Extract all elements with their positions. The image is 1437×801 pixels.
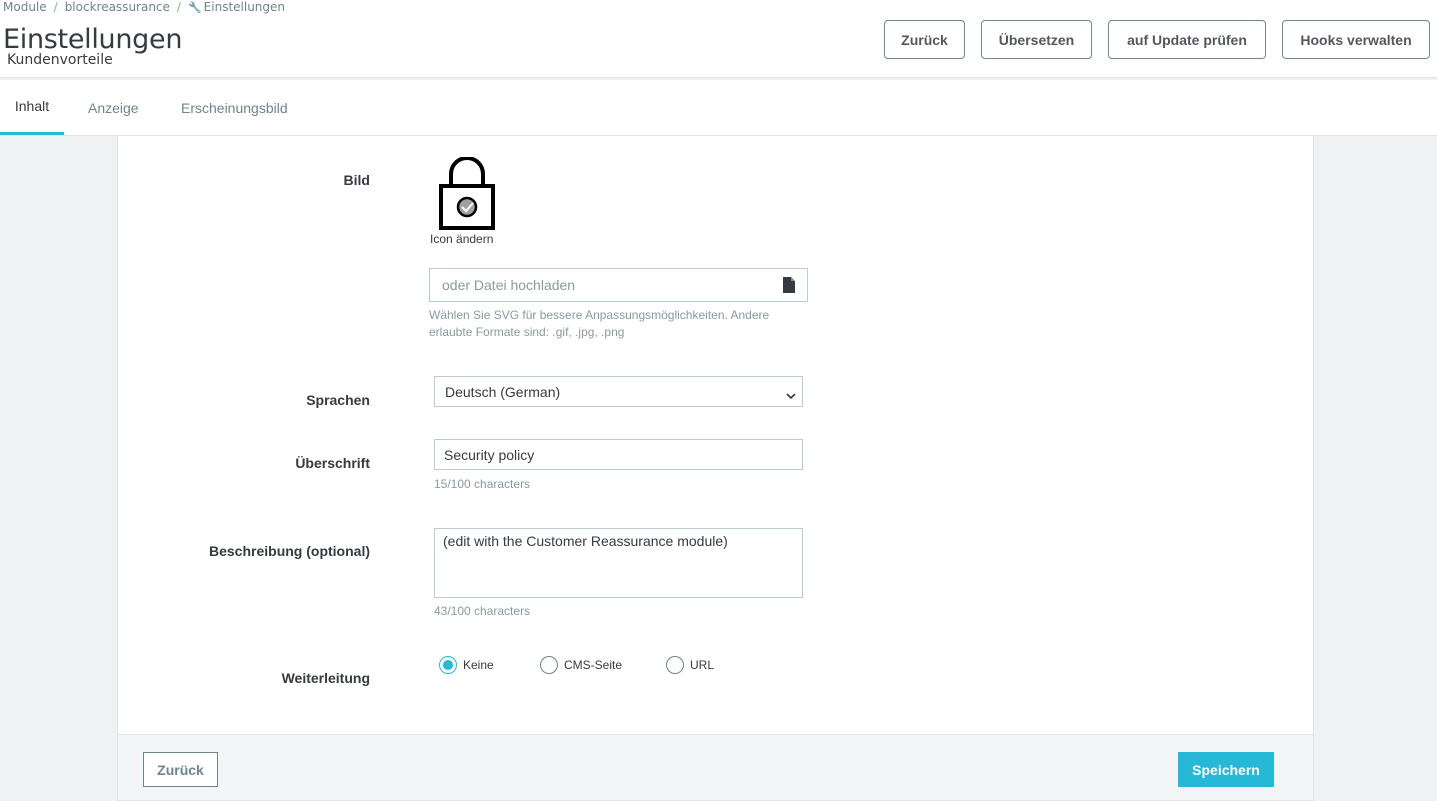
languages-label: Sprachen xyxy=(306,392,370,408)
form-card xyxy=(117,136,1314,734)
chevron-down-icon xyxy=(786,387,796,400)
check-update-button-label: auf Update prüfen xyxy=(1127,31,1247,48)
manage-hooks-button[interactable]: Hooks verwalten xyxy=(1282,20,1430,59)
heading-input[interactable] xyxy=(434,439,803,470)
breadcrumb-item-module[interactable]: Module xyxy=(3,0,47,14)
form-footer xyxy=(117,734,1314,801)
lock-icon[interactable] xyxy=(438,156,496,233)
page-subtitle: Kundenvorteile xyxy=(7,52,113,68)
translate-button-label: Übersetzen xyxy=(998,31,1075,48)
file-icon[interactable] xyxy=(782,277,796,293)
tab-display[interactable]: Anzeige xyxy=(88,80,139,135)
check-update-button[interactable]: auf Update prüfen xyxy=(1108,20,1266,59)
breadcrumb-item-blockreassurance[interactable]: blockreassurance xyxy=(65,0,170,14)
page-title: Einstellungen xyxy=(3,24,183,55)
radio-circle xyxy=(666,656,684,674)
breadcrumb: Module / blockreassurance / 🔧 Einstellungen xyxy=(3,0,285,14)
breadcrumb-separator: / xyxy=(176,0,181,14)
description-label: Beschreibung (optional) xyxy=(209,543,370,559)
heading-char-count: 15/100 characters xyxy=(434,477,531,491)
wrench-icon: 🔧 xyxy=(187,1,202,14)
manage-hooks-button-label: Hooks verwalten xyxy=(1300,31,1412,48)
description-char-count: 43/100 characters xyxy=(434,604,531,618)
file-upload-input[interactable] xyxy=(429,268,808,302)
image-label: Bild xyxy=(343,172,370,188)
radio-cms-page-label: CMS-Seite xyxy=(564,658,623,672)
redirect-label: Weiterleitung xyxy=(281,670,370,686)
radio-url-label: URL xyxy=(690,658,715,672)
footer-back-button[interactable]: Zurück xyxy=(143,752,218,787)
save-button[interactable]: Speichern xyxy=(1178,752,1274,787)
radio-url[interactable]: URL xyxy=(666,656,714,674)
page-header: Module / blockreassurance / 🔧 Einstellungen E… xyxy=(0,0,1437,78)
radio-cms-page[interactable]: CMS-Seite xyxy=(540,656,622,674)
back-button[interactable]: Zurück xyxy=(884,20,965,59)
description-textarea[interactable]: (edit with the Customer Reassurance modu… xyxy=(434,528,803,598)
radio-circle xyxy=(540,656,558,674)
translate-button[interactable]: Übersetzen xyxy=(981,20,1092,59)
breadcrumb-separator: / xyxy=(53,0,58,14)
tab-bar: Inhalt Anzeige Erscheinungsbild xyxy=(0,80,1437,136)
radio-none-label: Keine xyxy=(463,658,494,672)
back-button-label: Zurück xyxy=(901,31,948,48)
breadcrumb-item-settings: Einstellungen xyxy=(203,0,286,14)
change-icon-link[interactable]: Icon ändern xyxy=(430,232,493,246)
tab-appearance[interactable]: Erscheinungsbild xyxy=(181,80,288,135)
image-help-text: Wählen Sie SVG für bessere Anpassungsmög… xyxy=(429,308,770,339)
radio-circle xyxy=(439,656,457,674)
language-select[interactable]: Deutsch (German) xyxy=(434,376,803,407)
language-select-value: Deutsch (German) xyxy=(445,383,561,400)
heading-label: Überschrift xyxy=(295,455,370,471)
tab-content[interactable]: Inhalt xyxy=(0,80,64,135)
radio-none[interactable]: Keine xyxy=(439,656,494,674)
